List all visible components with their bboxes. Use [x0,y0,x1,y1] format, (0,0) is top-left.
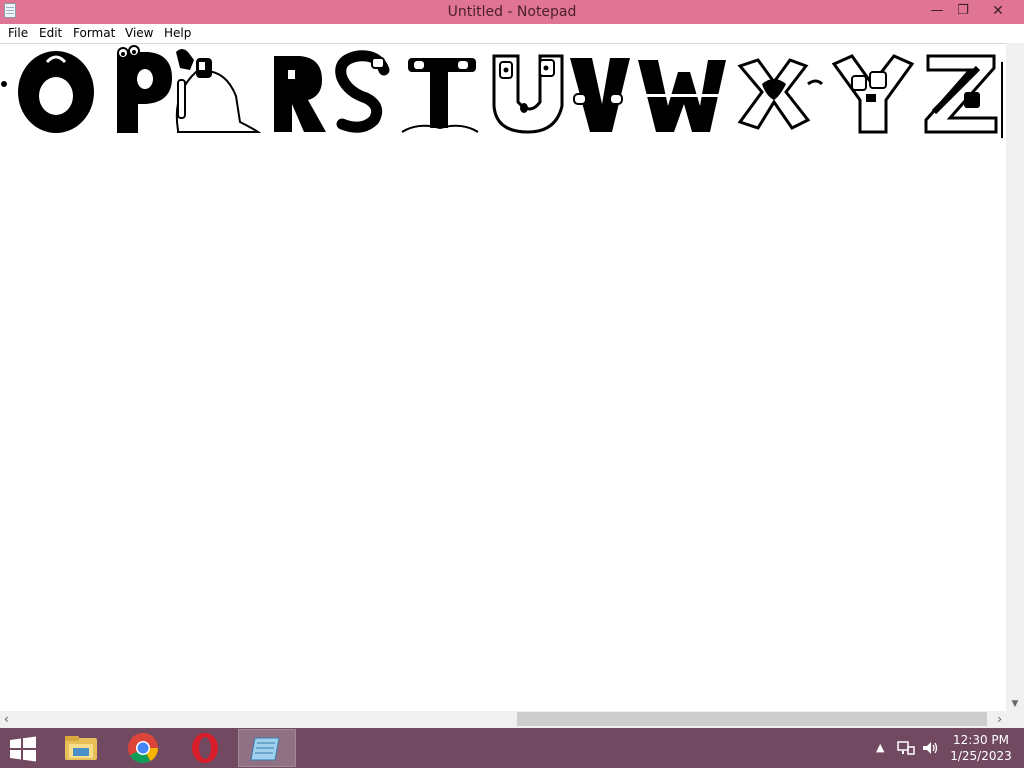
title-bar[interactable]: Untitled - Notepad — ❐ ✕ [0,0,1024,24]
window-title: Untitled - Notepad [447,4,577,20]
menu-file[interactable]: File [8,24,28,42]
letter-v-character [570,58,630,132]
scroll-right-icon[interactable]: › [997,711,1002,728]
notepad-task-icon[interactable] [238,729,296,767]
letter-u-character [492,54,564,134]
letter-r-character [274,56,326,132]
horizontal-scrollbar[interactable]: ‹ › [0,711,1006,728]
windows-start-icon[interactable] [8,736,38,762]
clock-time: 12:30 PM [953,733,1009,747]
text-editor[interactable] [0,43,1006,712]
restore-button[interactable]: ❐ [950,0,976,22]
network-icon[interactable] [897,740,915,756]
close-button[interactable]: ✕ [976,0,1020,22]
opera-icon[interactable] [177,730,233,766]
horizontal-scroll-thumb[interactable] [517,712,987,726]
alphabet-characters-image [1,45,1003,138]
letter-s-character [335,50,390,133]
menu-help[interactable]: Help [164,24,191,42]
tray-chevron-icon[interactable]: ▲ [876,728,884,768]
letter-y-character [831,54,915,134]
scrollbar-corner [1006,711,1024,728]
taskbar: ▲ 12:30 PM 1/25/2023 [0,728,1024,768]
file-explorer-icon[interactable] [53,730,109,766]
letter-w-character [638,60,726,132]
volume-icon[interactable] [921,740,939,756]
letter-p-character [117,45,172,133]
chrome-icon[interactable] [115,730,171,766]
letter-t-character [401,58,479,133]
menu-edit[interactable]: Edit [39,24,62,42]
menu-bar: File Edit Format View Help [0,24,1024,42]
system-clock[interactable]: 12:30 PM 1/25/2023 [948,732,1014,764]
menu-view[interactable]: View [125,24,153,42]
scroll-left-icon[interactable]: ‹ [4,711,9,728]
vertical-scrollbar[interactable]: ▼ [1006,43,1024,711]
letter-q-character [175,49,262,133]
letter-z-character [924,54,1003,138]
letter-x-character [737,58,824,130]
letter-o-character [1,51,94,133]
menu-format[interactable]: Format [73,24,115,42]
scroll-down-icon[interactable]: ▼ [1006,699,1024,709]
clock-date: 1/25/2023 [950,749,1012,763]
minimize-button[interactable]: — [924,0,950,22]
